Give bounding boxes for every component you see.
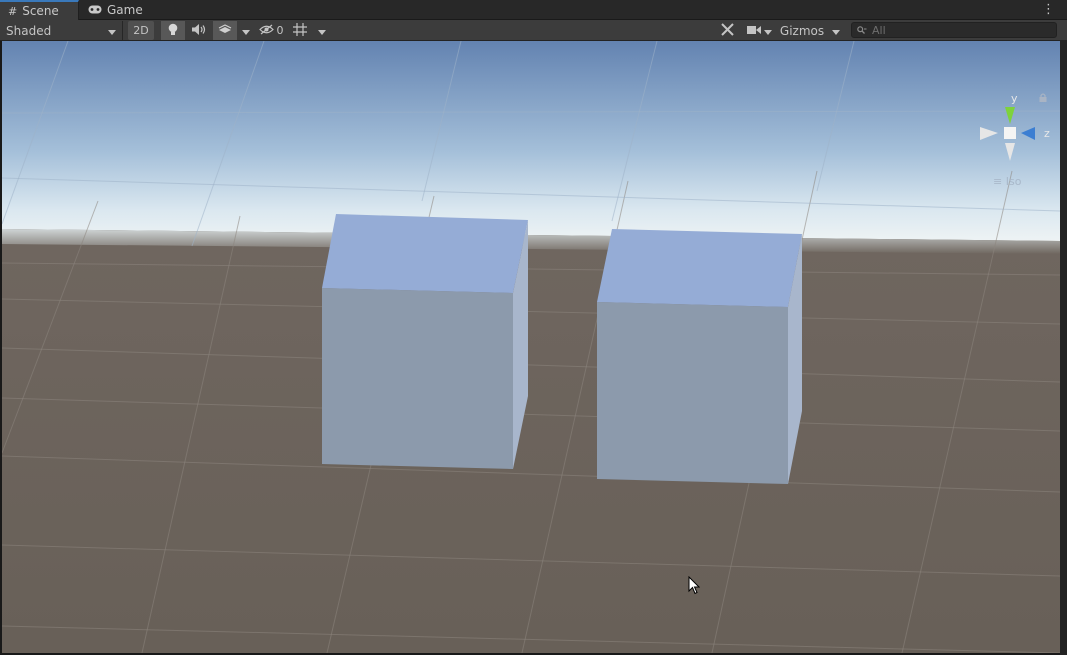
scene-render	[2, 41, 1060, 653]
scene-window: # Scene Game ⋮ Shaded 2D 0 Gizmos All y …	[0, 0, 1067, 655]
grid-snap-icon	[293, 22, 307, 39]
camera-icon	[746, 24, 761, 38]
menu-lines-icon: ≡	[993, 175, 1003, 188]
grid-toggle-button[interactable]	[290, 21, 310, 40]
gizmo-neg-y-axis[interactable]	[1005, 143, 1015, 161]
tab-bar: # Scene Game ⋮	[0, 0, 1067, 20]
hidden-objects-toggle[interactable]: 0	[256, 21, 286, 40]
scene-toolbar: Shaded 2D 0 Gizmos All	[0, 20, 1067, 41]
cube-2[interactable]	[597, 229, 802, 484]
projection-toggle[interactable]: ≡ Iso	[993, 175, 1021, 188]
effects-dropdown[interactable]	[237, 21, 254, 40]
sky	[2, 41, 1060, 241]
gizmo-y-axis[interactable]	[1005, 107, 1015, 124]
shading-mode-dropdown[interactable]: Shaded	[0, 21, 123, 40]
tab-scene-label: Scene	[22, 4, 59, 18]
camera-settings-button[interactable]	[743, 21, 775, 40]
orientation-gizmo[interactable]: y z	[977, 91, 1057, 166]
chevron-down-icon	[832, 24, 840, 38]
toggle-2d-label: 2D	[133, 24, 149, 37]
scene-tools-button[interactable]	[716, 21, 738, 40]
chevron-down-icon	[763, 24, 772, 38]
gizmo-x-axis[interactable]	[980, 127, 998, 140]
search-icon	[857, 23, 867, 37]
tools-icon	[720, 22, 734, 39]
projection-label: Iso	[1005, 175, 1022, 188]
gizmo-y-label: y	[1011, 92, 1018, 105]
tab-game[interactable]: Game	[80, 0, 150, 20]
chevron-down-icon	[241, 24, 250, 38]
effects-toggle-button[interactable]	[213, 21, 237, 40]
gamepad-icon	[88, 4, 102, 17]
tab-scene[interactable]: # Scene	[0, 0, 79, 20]
search-input[interactable]	[872, 23, 1052, 37]
cube-1[interactable]	[322, 214, 528, 469]
gizmo-z-axis[interactable]	[1021, 127, 1035, 140]
lightbulb-icon	[168, 23, 178, 39]
window-border	[1060, 41, 1067, 655]
gizmo-center[interactable]	[1004, 127, 1016, 139]
shading-mode-value: Shaded	[6, 23, 52, 38]
gizmos-button[interactable]: Gizmos	[777, 21, 827, 40]
tab-game-label: Game	[107, 3, 143, 17]
hidden-count: 0	[276, 24, 284, 37]
lighting-toggle-button[interactable]	[161, 21, 185, 40]
scene-viewport[interactable]: y z ≡ Iso	[2, 41, 1060, 653]
chevron-down-icon	[317, 24, 326, 38]
ground-plane	[2, 244, 1060, 653]
speaker-icon	[192, 23, 206, 38]
audio-toggle-button[interactable]	[187, 21, 211, 40]
grid-dropdown[interactable]	[313, 21, 330, 40]
grid-icon: #	[8, 4, 18, 18]
gizmo-z-label: z	[1044, 127, 1050, 140]
chevron-down-icon	[108, 24, 116, 38]
gizmos-label: Gizmos	[779, 23, 825, 38]
layers-icon	[218, 23, 232, 38]
toggle-2d-button[interactable]: 2D	[128, 21, 154, 40]
more-options-icon[interactable]: ⋮	[1042, 2, 1055, 17]
gizmos-dropdown[interactable]	[828, 21, 844, 40]
eye-slash-icon	[258, 24, 274, 38]
scene-search-field[interactable]	[851, 22, 1057, 38]
